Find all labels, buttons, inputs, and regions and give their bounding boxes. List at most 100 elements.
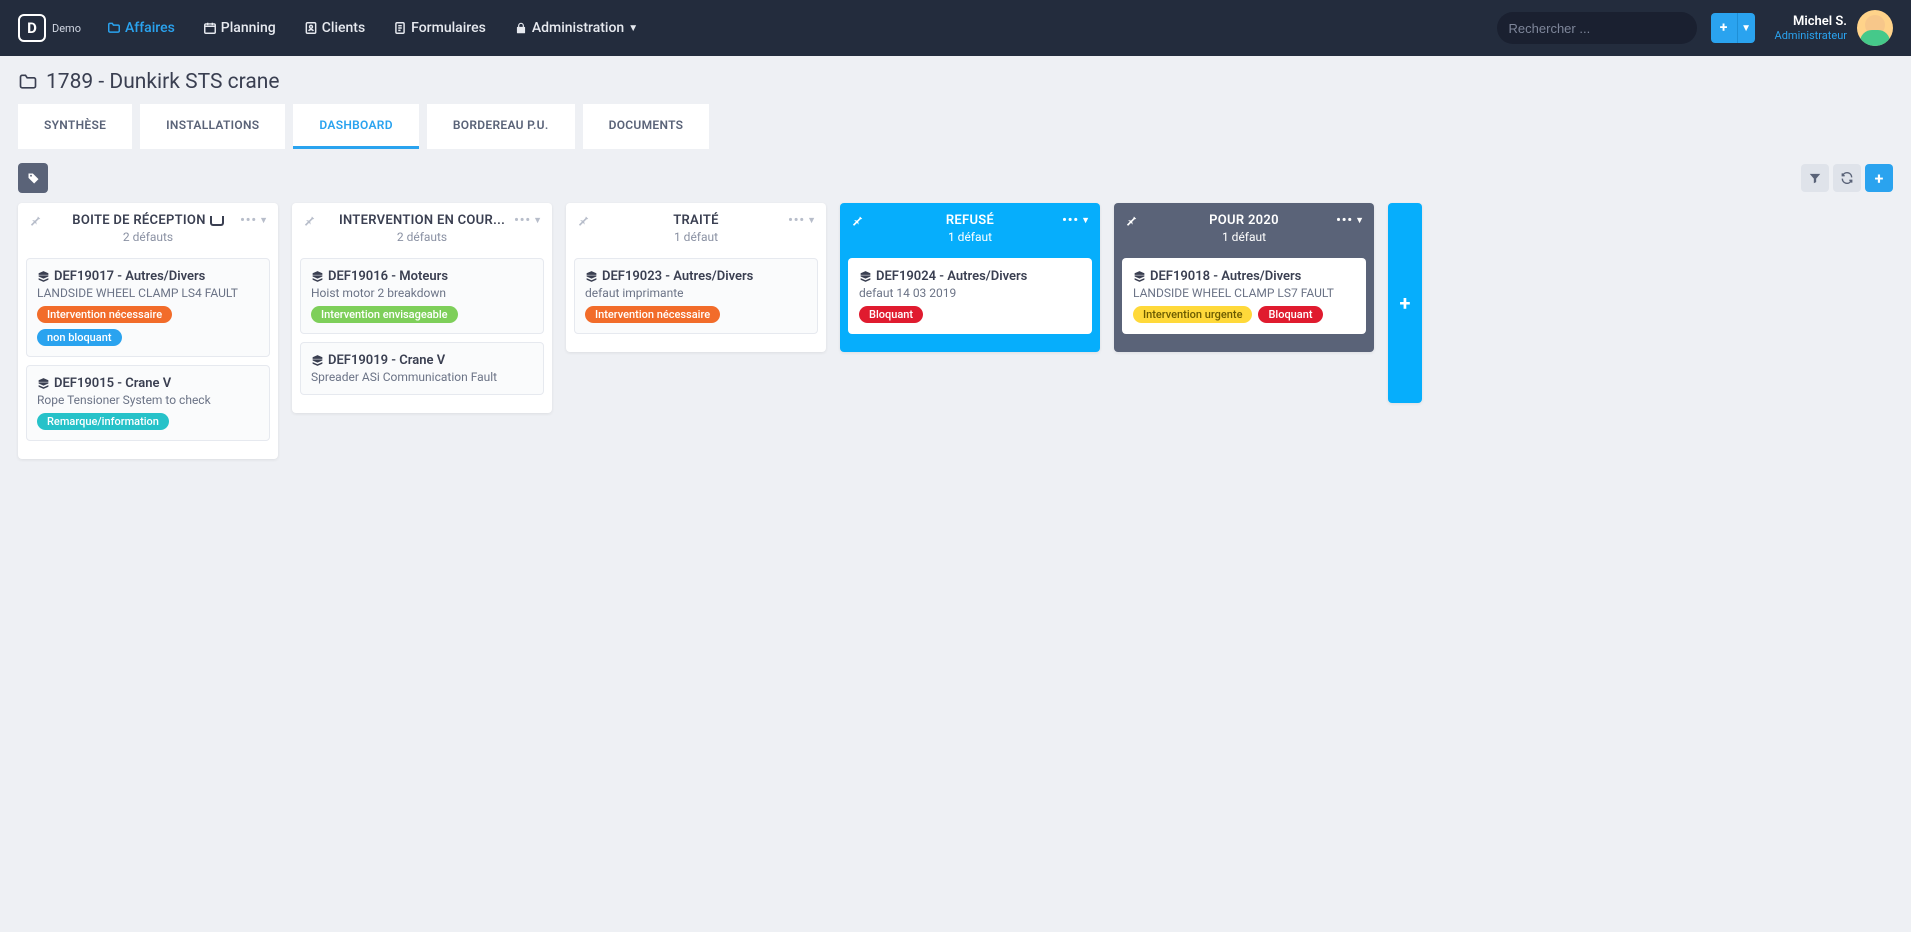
chevron-down-icon: ▼ bbox=[259, 215, 268, 226]
status-badge: Bloquant bbox=[1258, 306, 1322, 323]
contacts-icon bbox=[304, 21, 318, 35]
package-icon bbox=[311, 270, 324, 283]
tag-icon bbox=[26, 171, 41, 186]
ellipsis-icon: ••• bbox=[1336, 213, 1353, 228]
status-badge: Intervention nécessaire bbox=[37, 306, 172, 323]
refresh-button[interactable] bbox=[1833, 164, 1861, 192]
column-menu[interactable]: ••• ▼ bbox=[514, 213, 542, 228]
card-title: DEF19015 - Crane V bbox=[54, 376, 171, 391]
chevron-down-icon: ▼ bbox=[533, 215, 542, 226]
nav-planning-label: Planning bbox=[221, 20, 276, 36]
column-subtitle: 2 défauts bbox=[302, 230, 542, 244]
ellipsis-icon: ••• bbox=[514, 213, 531, 228]
user-menu[interactable]: Michel S. Administrateur bbox=[1775, 10, 1893, 46]
column-menu[interactable]: ••• ▼ bbox=[1336, 213, 1364, 228]
nav-clients[interactable]: Clients bbox=[304, 20, 365, 36]
user-role: Administrateur bbox=[1775, 29, 1847, 42]
nav-clients-label: Clients bbox=[322, 20, 365, 36]
breadcrumb: 1789 - Dunkirk STS crane bbox=[18, 70, 1893, 94]
column-title: REFUSÉ bbox=[946, 213, 994, 228]
nav-planning[interactable]: Planning bbox=[203, 20, 276, 36]
nav-affaires-label: Affaires bbox=[125, 20, 175, 36]
card-description: LANDSIDE WHEEL CLAMP LS7 FAULT bbox=[1133, 286, 1355, 300]
nav-administration-label: Administration bbox=[532, 20, 624, 36]
kanban-card[interactable]: DEF19024 - Autres/Diversdefaut 14 03 201… bbox=[848, 258, 1092, 334]
kanban-card[interactable]: DEF19019 - Crane V Spreader ASi Communica… bbox=[300, 342, 544, 395]
status-badge: Remarque/information bbox=[37, 413, 169, 430]
chevron-down-icon: ▼ bbox=[1081, 215, 1090, 226]
tab-synthese[interactable]: SYNTHÈSE bbox=[18, 104, 132, 149]
tag-filter-button[interactable] bbox=[18, 163, 48, 193]
user-name: Michel S. bbox=[1793, 14, 1847, 29]
add-column-button-top[interactable]: + bbox=[1865, 164, 1893, 192]
inbox-icon bbox=[210, 216, 224, 226]
column-subtitle: 1 défaut bbox=[1124, 230, 1364, 244]
package-icon bbox=[311, 354, 324, 367]
pin-icon[interactable] bbox=[1124, 213, 1138, 227]
column-menu[interactable]: ••• ▼ bbox=[240, 213, 268, 228]
column-menu[interactable]: ••• ▼ bbox=[1062, 213, 1090, 228]
tab-bordereau[interactable]: BORDEREAU P.U. bbox=[427, 104, 575, 149]
column-title: INTERVENTION EN COUR... bbox=[339, 213, 505, 228]
tab-installations[interactable]: INSTALLATIONS bbox=[140, 104, 285, 149]
page-title: 1789 - Dunkirk STS crane bbox=[46, 70, 279, 94]
folder-icon bbox=[18, 72, 38, 92]
package-icon bbox=[859, 270, 872, 283]
add-column-button[interactable]: + bbox=[1388, 203, 1422, 403]
nav-affaires[interactable]: Affaires bbox=[107, 20, 175, 36]
kanban-column: ••• ▼ REFUSÉ 1 défaut DEF19024 - Autres/Div… bbox=[840, 203, 1100, 352]
nav-formulaires[interactable]: Formulaires bbox=[393, 20, 486, 36]
chevron-down-icon: ▼ bbox=[1355, 215, 1364, 226]
card-description: Rope Tensioner System to check bbox=[37, 393, 259, 407]
ellipsis-icon: ••• bbox=[1062, 213, 1079, 228]
form-icon bbox=[393, 21, 407, 35]
card-title: DEF19018 - Autres/Divers bbox=[1150, 269, 1301, 284]
avatar[interactable] bbox=[1857, 10, 1893, 46]
column-subtitle: 1 défaut bbox=[850, 230, 1090, 244]
refresh-icon bbox=[1840, 171, 1854, 185]
card-description: Hoist motor 2 breakdown bbox=[311, 286, 533, 300]
status-badge: non bloquant bbox=[37, 329, 122, 346]
card-description: LANDSIDE WHEEL CLAMP LS4 FAULT bbox=[37, 286, 259, 300]
column-menu[interactable]: ••• ▼ bbox=[788, 213, 816, 228]
kanban-board: ••• ▼ BOITE DE RÉCEPTION 2 défauts DEF19017… bbox=[0, 203, 1911, 489]
ellipsis-icon: ••• bbox=[788, 213, 805, 228]
ellipsis-icon: ••• bbox=[240, 213, 257, 228]
card-title: DEF19016 - Moteurs bbox=[328, 269, 448, 284]
kanban-card[interactable]: DEF19018 - Autres/Divers LANDSIDE WHEEL C… bbox=[1122, 258, 1366, 334]
column-title: TRAITÉ bbox=[673, 213, 719, 228]
kanban-card[interactable]: DEF19015 - Crane V Rope Tensioner System … bbox=[26, 365, 270, 441]
kanban-card[interactable]: DEF19017 - Autres/DiversLANDSIDE WHEEL C… bbox=[26, 258, 270, 357]
column-subtitle: 1 défaut bbox=[576, 230, 816, 244]
package-icon bbox=[37, 377, 50, 390]
chevron-down-icon[interactable]: ▼ bbox=[1737, 13, 1755, 43]
card-description: Spreader ASi Communication Fault bbox=[311, 370, 533, 384]
package-icon bbox=[585, 270, 598, 283]
tab-bar: SYNTHÈSE INSTALLATIONS DASHBOARD BORDERE… bbox=[18, 104, 1893, 149]
column-title: BOITE DE RÉCEPTION bbox=[72, 213, 205, 228]
pin-icon[interactable] bbox=[28, 213, 42, 227]
tab-dashboard[interactable]: DASHBOARD bbox=[293, 104, 418, 149]
kanban-card[interactable]: DEF19023 - Autres/Diversdefaut imprimant… bbox=[574, 258, 818, 334]
calendar-icon bbox=[203, 21, 217, 35]
pin-icon[interactable] bbox=[302, 213, 316, 227]
new-item-dropdown[interactable]: + ▼ bbox=[1711, 13, 1755, 43]
status-badge: Intervention envisageable bbox=[311, 306, 458, 323]
tab-documents[interactable]: DOCUMENTS bbox=[583, 104, 710, 149]
chevron-down-icon: ▼ bbox=[807, 215, 816, 226]
app-logo[interactable]: D bbox=[18, 14, 46, 42]
pin-icon[interactable] bbox=[850, 213, 864, 227]
global-search[interactable] bbox=[1497, 12, 1697, 44]
card-description: defaut imprimante bbox=[585, 286, 807, 300]
filter-icon bbox=[1808, 171, 1822, 185]
plus-icon[interactable]: + bbox=[1711, 13, 1737, 43]
card-title: DEF19019 - Crane V bbox=[328, 353, 445, 368]
filter-button[interactable] bbox=[1801, 164, 1829, 192]
nav-administration[interactable]: Administration ▼ bbox=[514, 20, 638, 36]
search-input[interactable] bbox=[1509, 21, 1685, 36]
plus-icon: + bbox=[1875, 169, 1884, 188]
kanban-column: ••• ▼POUR 20201 défautDEF19018 - Autres/… bbox=[1114, 203, 1374, 352]
pin-icon[interactable] bbox=[576, 213, 590, 227]
kanban-column: ••• ▼ TRAITÉ 1 défaut DEF19023 - Autres/Div… bbox=[566, 203, 826, 352]
kanban-card[interactable]: DEF19016 - Moteurs Hoist motor 2 breakdow… bbox=[300, 258, 544, 334]
